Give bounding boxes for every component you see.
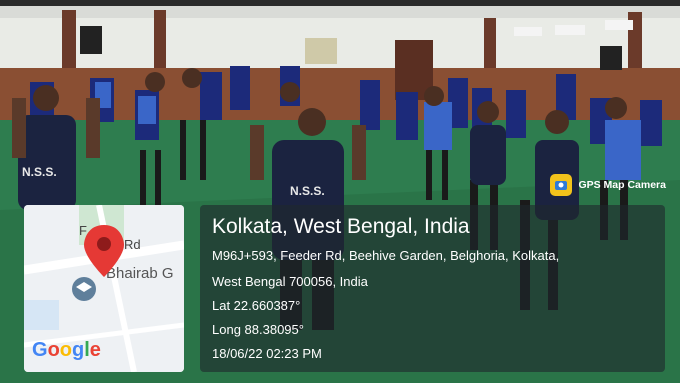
location-map: F Rd Bhairab G Google xyxy=(24,205,184,372)
address-line-2: West Bengal 700056, India xyxy=(212,274,368,289)
longitude: Long 88.38095° xyxy=(212,322,304,337)
address-line-1: M96J+593, Feeder Rd, Beehive Garden, Bel… xyxy=(212,248,560,263)
location-info-panel: Kolkata, West Bengal, India M96J+593, Fe… xyxy=(200,205,665,372)
datetime: 18/06/22 02:23 PM xyxy=(212,346,322,361)
camera-pin-icon xyxy=(550,174,573,196)
map-road-label-1: F xyxy=(79,223,87,238)
google-letter: e xyxy=(89,339,101,361)
google-letter: G xyxy=(32,339,48,361)
map-road-label-2: Rd xyxy=(124,237,141,252)
google-logo: Google xyxy=(32,339,101,362)
map-place-label: Bhairab G xyxy=(106,265,174,282)
google-letter: g xyxy=(72,339,85,361)
photo-frame: N.S.S. N.S.S. GPS Map Camera F Rd Bhaira… xyxy=(0,0,680,383)
school-marker-icon xyxy=(72,277,96,301)
shirt-text-center: N.S.S. xyxy=(290,184,325,198)
google-letter: o xyxy=(47,339,60,361)
google-letter: o xyxy=(59,339,72,361)
shirt-text-left: N.S.S. xyxy=(22,165,57,179)
gps-camera-label: GPS Map Camera xyxy=(578,179,666,191)
gps-camera-badge: GPS Map Camera xyxy=(550,174,666,196)
latitude: Lat 22.660387° xyxy=(212,298,301,313)
location-title: Kolkata, West Bengal, India xyxy=(212,215,470,238)
